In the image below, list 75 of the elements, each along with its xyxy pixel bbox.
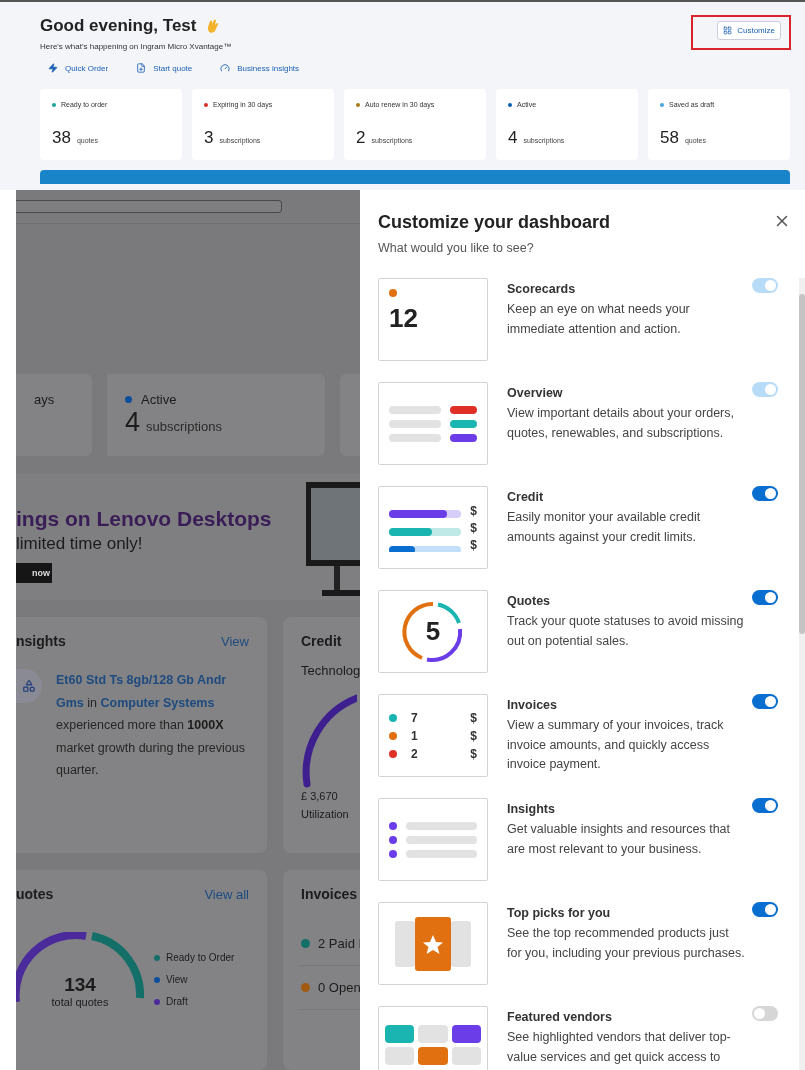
legend-label: Draft	[166, 996, 188, 1007]
widget-description: Get valuable insights and resources that are most relevant to your business.	[507, 821, 732, 858]
credit-caption: Utilization	[301, 808, 349, 820]
card-title: uotes	[16, 886, 54, 902]
total-count: 134	[64, 974, 96, 996]
toggle-switch[interactable]	[752, 590, 778, 605]
dot-icon	[389, 289, 397, 297]
scorecard-value: 2	[356, 128, 366, 148]
dollar-sign: $	[470, 520, 477, 535]
widget-title: Overview	[507, 386, 564, 400]
scorecard-label: Active	[141, 392, 177, 407]
widget-description: See highlighted vendors that deliver top-value services and get quick access to	[507, 1029, 732, 1066]
document-plus-icon	[136, 63, 147, 73]
widget-description: Keep an eye on what needs your immediate attention and action.	[507, 301, 691, 338]
widget-title: Scorecards	[507, 282, 577, 296]
quick-link[interactable]: Quick Order	[48, 63, 109, 73]
card-title: Invoices	[301, 886, 358, 902]
scorecard-value: 38	[52, 128, 71, 148]
widget-description: Track your quote statuses to avoid missing out on potential sales.	[507, 613, 745, 650]
invoice-count: 2	[411, 746, 419, 761]
widget-title: Insights	[507, 802, 556, 816]
dollar-sign: $	[470, 710, 477, 725]
card-title: Credit	[301, 633, 342, 649]
invoice-count: 1	[411, 728, 419, 743]
search-field[interactable]	[16, 200, 282, 213]
panel-subtitle: What would you like to see?	[378, 241, 535, 255]
toggle-switch[interactable]	[752, 798, 778, 813]
scorecard-value: 4	[125, 407, 141, 438]
dollar-sign: $	[470, 728, 477, 743]
toggle-switch[interactable]	[752, 486, 778, 501]
toggle-switch[interactable]	[752, 902, 778, 917]
toggle-switch[interactable]	[752, 1006, 778, 1021]
legend-label: View	[166, 974, 188, 985]
scorecard-label: ays	[34, 392, 55, 407]
widget-title: Top picks for you	[507, 906, 612, 920]
customize-button[interactable]: Customize	[717, 21, 781, 40]
dollar-sign: $	[470, 537, 477, 552]
panel-title: Customize your dashboard	[378, 212, 611, 233]
legend-label: Ready to Order	[166, 952, 235, 963]
widget-title: Featured vendors	[507, 1010, 613, 1024]
toggle-switch[interactable]	[752, 694, 778, 709]
quick-link[interactable]: Business insights	[220, 63, 300, 73]
total-label: total quotes	[51, 996, 109, 1008]
widget-title: Credit	[507, 490, 545, 504]
widget-description: View important details about your orders, quotes, renewables, and subscriptions.	[507, 405, 735, 442]
widget-description: Easily monitor your available credit amounts against your credit limits.	[507, 509, 702, 546]
shop-button[interactable]: now	[16, 563, 52, 583]
scorecard-value: 58	[660, 128, 679, 148]
card-title: nsights	[16, 633, 66, 649]
lightning-icon	[48, 63, 58, 73]
widget-title: Invoices	[507, 698, 559, 712]
invoice-status: 0 Open	[318, 980, 360, 995]
preview-number: 12	[389, 303, 419, 334]
dollar-sign: $	[470, 746, 477, 761]
dollar-sign: $	[470, 503, 477, 518]
credit-amount: £ 3,670	[301, 790, 338, 802]
greeting-heading: Good evening, Test	[40, 16, 197, 36]
widget-description: View a summary of your invoices, track invoice amounts, and quickly access invoice payment.	[507, 717, 725, 773]
scorecard-value: 4	[508, 128, 518, 148]
widget-title: Quotes	[507, 594, 552, 608]
credit-subtitle: Technolog	[301, 663, 360, 678]
insight-text: Et60 Std Ts 8gb/128 Gb Andr Gms in Computer Systems experienced more than 1000X market growth during the previous quarter.	[56, 672, 246, 779]
scrollbar[interactable]	[799, 278, 805, 1070]
preview-number: 5	[425, 616, 441, 647]
scorecard-unit: subscriptions	[146, 419, 222, 434]
gauge-icon	[220, 63, 231, 73]
quick-link[interactable]: Start quote	[136, 63, 193, 73]
welcome-subtitle: Here's what's happening on Ingram Micro Xvantage™	[40, 42, 232, 51]
widget-description: See the top recommended products just for you, including your previous purchases.	[507, 925, 745, 962]
banner-headline: ings on Lenovo Desktops	[16, 507, 272, 531]
invoice-count: 7	[411, 710, 419, 725]
banner-tagline: limited time only!	[16, 534, 144, 554]
scorecard-value: 3	[204, 128, 214, 148]
grid-icon	[723, 26, 733, 35]
shapes-icon	[16, 669, 42, 703]
